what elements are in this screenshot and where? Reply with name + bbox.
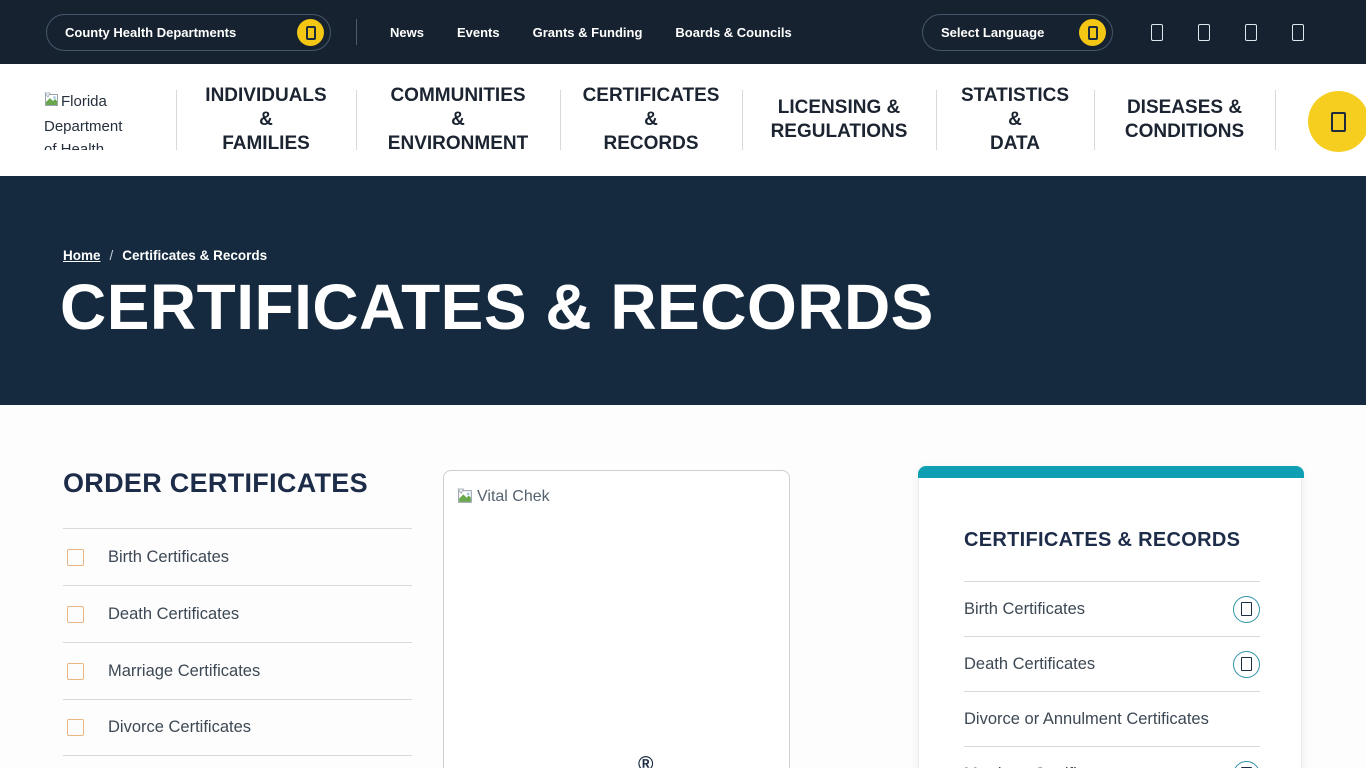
link-grants-funding[interactable]: Grants & Funding	[533, 25, 643, 40]
placeholder-glyph	[306, 26, 316, 40]
list-item-birth-certificates[interactable]: Birth Certificates	[63, 528, 412, 585]
certificate-bullet-icon	[67, 549, 84, 566]
list-item-label: Divorce Certificates	[108, 718, 251, 737]
certificate-bullet-icon	[67, 663, 84, 680]
social-icon-1[interactable]	[1151, 24, 1163, 41]
vitalchek-alt-text: Vital Chek	[477, 488, 550, 506]
card-accent-bar	[918, 466, 1304, 478]
page-title: CERTIFICATES & RECORDS	[60, 270, 934, 344]
social-icon-4[interactable]	[1292, 24, 1304, 41]
broken-image-icon	[44, 92, 60, 115]
breadcrumb: Home / Certificates & Records	[63, 248, 267, 263]
utility-links: News Events Grants & Funding Boards & Co…	[390, 0, 792, 64]
accordion-row-label: Divorce or Annulment Certificates	[964, 710, 1209, 729]
accordion-row-divorce-annulment-certificates[interactable]: Divorce or Annulment Certificates	[964, 691, 1260, 746]
certificate-bullet-icon	[67, 719, 84, 736]
link-news[interactable]: News	[390, 25, 424, 40]
list-item-label: Marriage Certificates	[108, 662, 260, 681]
nav-item-individuals-families[interactable]: INDIVIDUALS & FAMILIES	[176, 64, 356, 176]
order-certificates-list: Birth Certificates Death Certificates Ma…	[63, 528, 412, 756]
nav-item-licensing-regulations[interactable]: LICENSING & REGULATIONS	[742, 64, 936, 176]
search-button[interactable]	[1308, 91, 1366, 152]
placeholder-glyph	[1241, 657, 1252, 671]
accordion-row-label: Birth Certificates	[964, 600, 1085, 619]
link-events[interactable]: Events	[457, 25, 500, 40]
records-card-list: Birth Certificates Death Certificates Di…	[964, 581, 1260, 768]
list-item-marriage-certificates[interactable]: Marriage Certificates	[63, 642, 412, 699]
list-item-death-certificates[interactable]: Death Certificates	[63, 585, 412, 642]
vitalchek-image-link[interactable]: Vital Chek	[457, 488, 550, 510]
list-item-label: Birth Certificates	[108, 548, 229, 567]
accordion-row-birth-certificates[interactable]: Birth Certificates	[964, 581, 1260, 636]
accordion-row-death-certificates[interactable]: Death Certificates	[964, 636, 1260, 691]
doh-logo-alt-text: Florida Department of Health	[44, 90, 138, 150]
breadcrumb-separator: /	[110, 248, 114, 263]
breadcrumb-home-link[interactable]: Home	[63, 248, 101, 263]
list-item-divorce-certificates[interactable]: Divorce Certificates	[63, 699, 412, 756]
language-globe-icon	[1079, 19, 1106, 46]
expand-icon[interactable]	[1233, 596, 1260, 623]
accordion-row-label: Death Certificates	[964, 655, 1095, 674]
vitalchek-card: Vital Chek ®	[443, 470, 790, 768]
social-icon-3[interactable]	[1245, 24, 1257, 41]
certificate-bullet-icon	[67, 606, 84, 623]
accordion-row-marriage-certificates[interactable]: Marriage Certificates	[964, 746, 1260, 768]
select-language-label: Select Language	[941, 25, 1044, 40]
nav-search-cell	[1275, 64, 1366, 176]
link-boards-councils[interactable]: Boards & Councils	[675, 25, 791, 40]
select-language-button[interactable]: Select Language	[922, 14, 1113, 51]
social-icons	[1151, 0, 1304, 64]
list-item-label: Death Certificates	[108, 605, 239, 624]
social-icon-2[interactable]	[1198, 24, 1210, 41]
utility-bar: County Health Departments News Events Gr…	[0, 0, 1366, 64]
county-health-chevron-icon	[297, 19, 324, 46]
placeholder-glyph	[1088, 26, 1098, 40]
breadcrumb-current: Certificates & Records	[122, 248, 267, 263]
county-health-departments-label: County Health Departments	[65, 25, 236, 40]
order-certificates-heading: ORDER CERTIFICATES	[63, 468, 368, 499]
county-health-departments-button[interactable]: County Health Departments	[46, 14, 331, 51]
placeholder-glyph	[1241, 602, 1252, 616]
accordion-row-label: Marriage Certificates	[964, 765, 1116, 768]
nav-item-statistics-data[interactable]: STATISTICS & DATA	[936, 64, 1094, 176]
registered-trademark-symbol: ®	[638, 753, 653, 768]
broken-image-icon	[457, 488, 474, 510]
hero-banner: Home / Certificates & Records CERTIFICAT…	[0, 176, 1366, 405]
nav-item-diseases-conditions[interactable]: DISEASES & CONDITIONS	[1094, 64, 1275, 176]
search-icon	[1331, 112, 1346, 132]
main-content: ORDER CERTIFICATES Birth Certificates De…	[0, 405, 1366, 768]
main-nav: Florida Department of Health INDIVIDUALS…	[0, 64, 1366, 176]
expand-icon[interactable]	[1233, 651, 1260, 678]
utility-bar-divider	[356, 19, 357, 45]
expand-icon[interactable]	[1233, 761, 1260, 768]
certificates-records-card: CERTIFICATES & RECORDS Birth Certificate…	[918, 466, 1302, 768]
records-card-heading: CERTIFICATES & RECORDS	[964, 529, 1240, 552]
nav-item-communities-environment[interactable]: COMMUNITIES & ENVIRONMENT	[356, 64, 560, 176]
doh-logo-link[interactable]: Florida Department of Health	[0, 64, 176, 176]
nav-item-certificates-records[interactable]: CERTIFICATES & RECORDS	[560, 64, 742, 176]
